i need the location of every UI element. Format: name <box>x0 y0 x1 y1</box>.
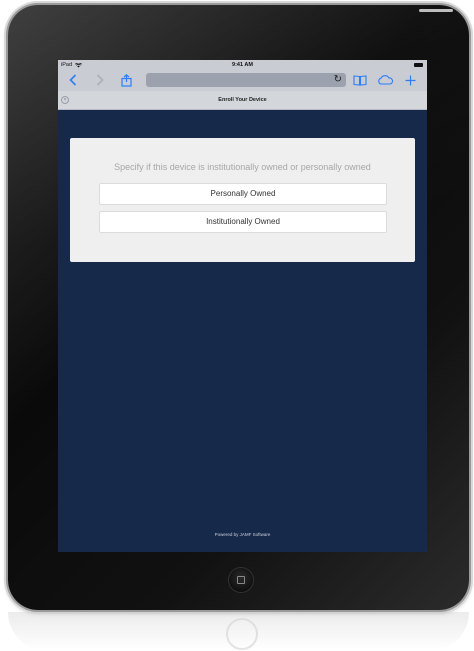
forward-button[interactable] <box>93 72 107 88</box>
status-bar: iPad 9:41 AM <box>58 60 427 70</box>
institutionally-owned-button[interactable]: Institutionally Owned <box>99 211 387 233</box>
home-button-reflection <box>226 618 258 650</box>
back-button[interactable] <box>66 72 80 88</box>
share-button[interactable] <box>119 72 133 88</box>
address-bar[interactable]: ↻ <box>146 73 346 87</box>
stage: iPad 9:41 AM ↻ × Enroll Your Device Spec… <box>0 0 474 651</box>
status-time: 9:41 AM <box>232 62 253 68</box>
icloud-tabs-button[interactable] <box>376 72 394 88</box>
home-button[interactable] <box>229 568 253 592</box>
device-screen: iPad 9:41 AM ↻ × Enroll Your Device Spec… <box>58 60 427 552</box>
plus-icon <box>405 75 415 85</box>
personally-owned-button[interactable]: Personally Owned <box>99 183 387 205</box>
enrollment-card: Specify if this device is institutionall… <box>70 138 415 262</box>
share-icon <box>120 73 132 87</box>
home-square-icon <box>237 576 245 584</box>
new-tab-button[interactable] <box>403 72 417 88</box>
reload-icon[interactable]: ↻ <box>334 74 342 86</box>
tab-title[interactable]: Enroll Your Device <box>58 91 427 109</box>
bookmarks-button[interactable] <box>352 72 368 88</box>
battery-icon <box>414 63 423 67</box>
sleep-button <box>419 9 453 12</box>
browser-toolbar: ↻ <box>58 70 427 91</box>
chevron-left-icon <box>69 74 77 86</box>
footer-text: Powered by JAMF Software <box>214 532 271 537</box>
tab-bar: × Enroll Your Device <box>58 91 427 110</box>
ownership-prompt: Specify if this device is institutionall… <box>114 162 371 172</box>
book-icon <box>353 74 367 86</box>
chevron-right-icon <box>96 74 104 86</box>
cloud-icon <box>377 75 393 85</box>
